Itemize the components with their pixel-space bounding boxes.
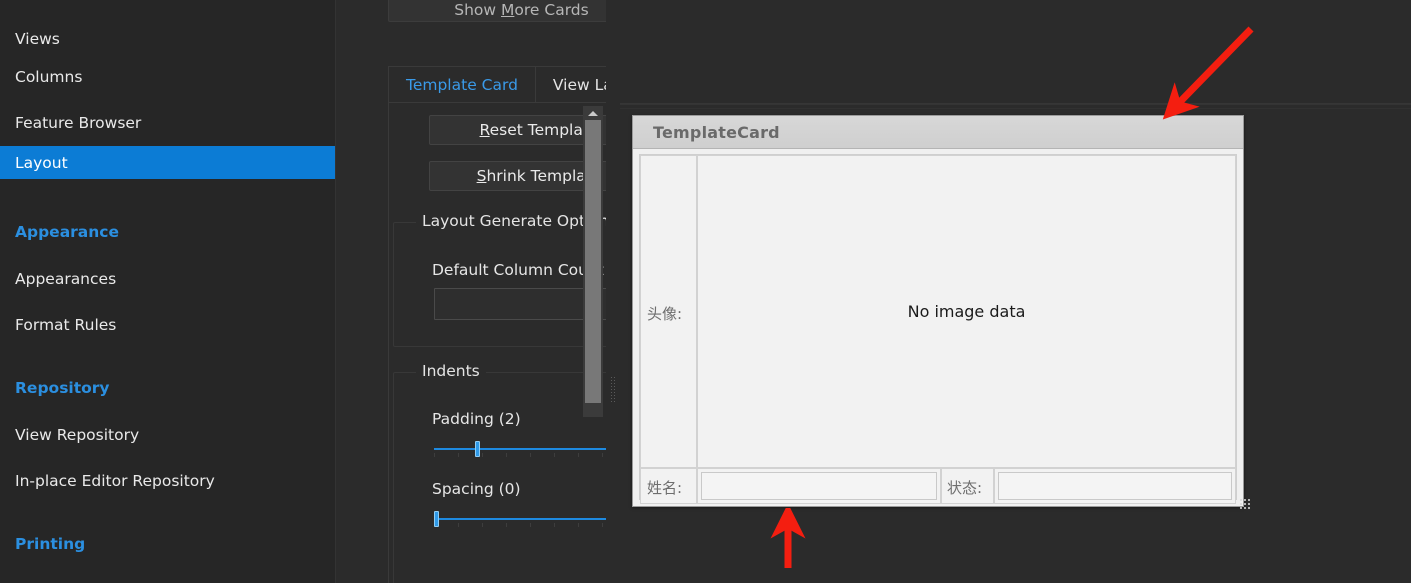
scrollbar-thumb[interactable]: [585, 120, 601, 403]
show-more-mnemonic: M: [501, 1, 515, 19]
padding-slider-track: [434, 448, 620, 450]
spacing-slider-label: Spacing (0): [432, 480, 521, 498]
show-more-cards-label: Show More Cards: [454, 1, 588, 19]
sidebar-section-appearance: Appearance: [15, 223, 119, 241]
name-label-cell: 姓名:: [640, 468, 697, 504]
options-panel-scrollbar[interactable]: [583, 106, 603, 417]
splitter-grip-icon: [610, 376, 616, 402]
status-input[interactable]: [998, 472, 1232, 500]
chevron-up-icon: [588, 110, 598, 116]
template-card-preview[interactable]: TemplateCard 头像: No image data 姓名: 状态:: [632, 115, 1244, 507]
name-label: 姓名:: [647, 479, 683, 497]
sidebar-item-columns[interactable]: Columns: [0, 60, 335, 93]
sidebar-item-feature-browser[interactable]: Feature Browser: [0, 106, 335, 139]
layout-options-panel: Show More Cards Template Card View Layou…: [348, 0, 666, 583]
show-more-suffix: ore Cards: [514, 1, 589, 19]
shrink-template-mnemonic: S: [476, 167, 487, 185]
preview-top-divider: [620, 103, 1411, 105]
spacing-slider-thumb[interactable]: [434, 511, 439, 527]
panel-splitter[interactable]: [606, 0, 620, 583]
padding-slider-ticks: [434, 453, 620, 457]
default-column-count-label: Default Column Count: [432, 261, 604, 279]
sidebar-item-layout[interactable]: Layout: [0, 146, 335, 179]
no-image-data-text: No image data: [907, 302, 1026, 321]
sidebar-item-in-place-editor-repository[interactable]: In-place Editor Repository: [0, 464, 335, 497]
padding-slider-thumb[interactable]: [475, 441, 480, 457]
template-card-body: 头像: No image data 姓名: 状态:: [639, 154, 1237, 504]
spacing-slider-track: [434, 518, 620, 520]
preview-top-divider-2: [620, 108, 1411, 109]
padding-slider-label: Padding (2): [432, 410, 521, 428]
card-preview-area: TemplateCard 头像: No image data 姓名: 状态:: [620, 0, 1411, 583]
sidebar-section-printing: Printing: [15, 535, 86, 553]
avatar-label-cell: 头像:: [640, 155, 697, 468]
template-card-title: TemplateCard: [653, 122, 780, 142]
sidebar-item-views[interactable]: Views: [0, 22, 335, 55]
status-label: 状态:: [947, 479, 983, 497]
status-input-cell[interactable]: [994, 468, 1236, 504]
spacing-slider[interactable]: [434, 511, 620, 527]
padding-slider[interactable]: [434, 441, 620, 457]
indents-title: Indents: [416, 362, 486, 380]
tab-template-card[interactable]: Template Card: [389, 67, 536, 103]
avatar-label: 头像:: [647, 305, 683, 323]
resize-grip-icon[interactable]: [1239, 498, 1250, 509]
app-root: Views Columns Feature Browser Layout Appeara…: [0, 0, 1411, 583]
sidebar-item-appearances[interactable]: Appearances: [0, 262, 335, 295]
reset-template-mnemonic: R: [479, 121, 490, 139]
layout-generate-options-group: Layout Generate Options Default Column C…: [393, 212, 641, 347]
template-card-header: TemplateCard: [633, 116, 1243, 149]
settings-sidebar: Views Columns Feature Browser Layout Appeara…: [0, 0, 335, 583]
show-more-prefix: Show: [454, 1, 502, 19]
name-input[interactable]: [701, 472, 937, 500]
scroll-up-icon[interactable]: [583, 106, 603, 120]
indents-group: Indents Padding (2) Spacing (0): [393, 362, 641, 583]
spacing-slider-ticks: [434, 523, 620, 527]
status-label-cell: 状态:: [941, 468, 994, 504]
sidebar-edge-divider: [335, 0, 349, 583]
sidebar-item-format-rules[interactable]: Format Rules: [0, 308, 335, 341]
name-input-cell[interactable]: [697, 468, 941, 504]
sidebar-item-view-repository[interactable]: View Repository: [0, 418, 335, 451]
avatar-image-cell[interactable]: No image data: [697, 155, 1236, 468]
sidebar-section-repository: Repository: [15, 379, 110, 397]
reset-template-label: Reset Template: [480, 121, 599, 139]
